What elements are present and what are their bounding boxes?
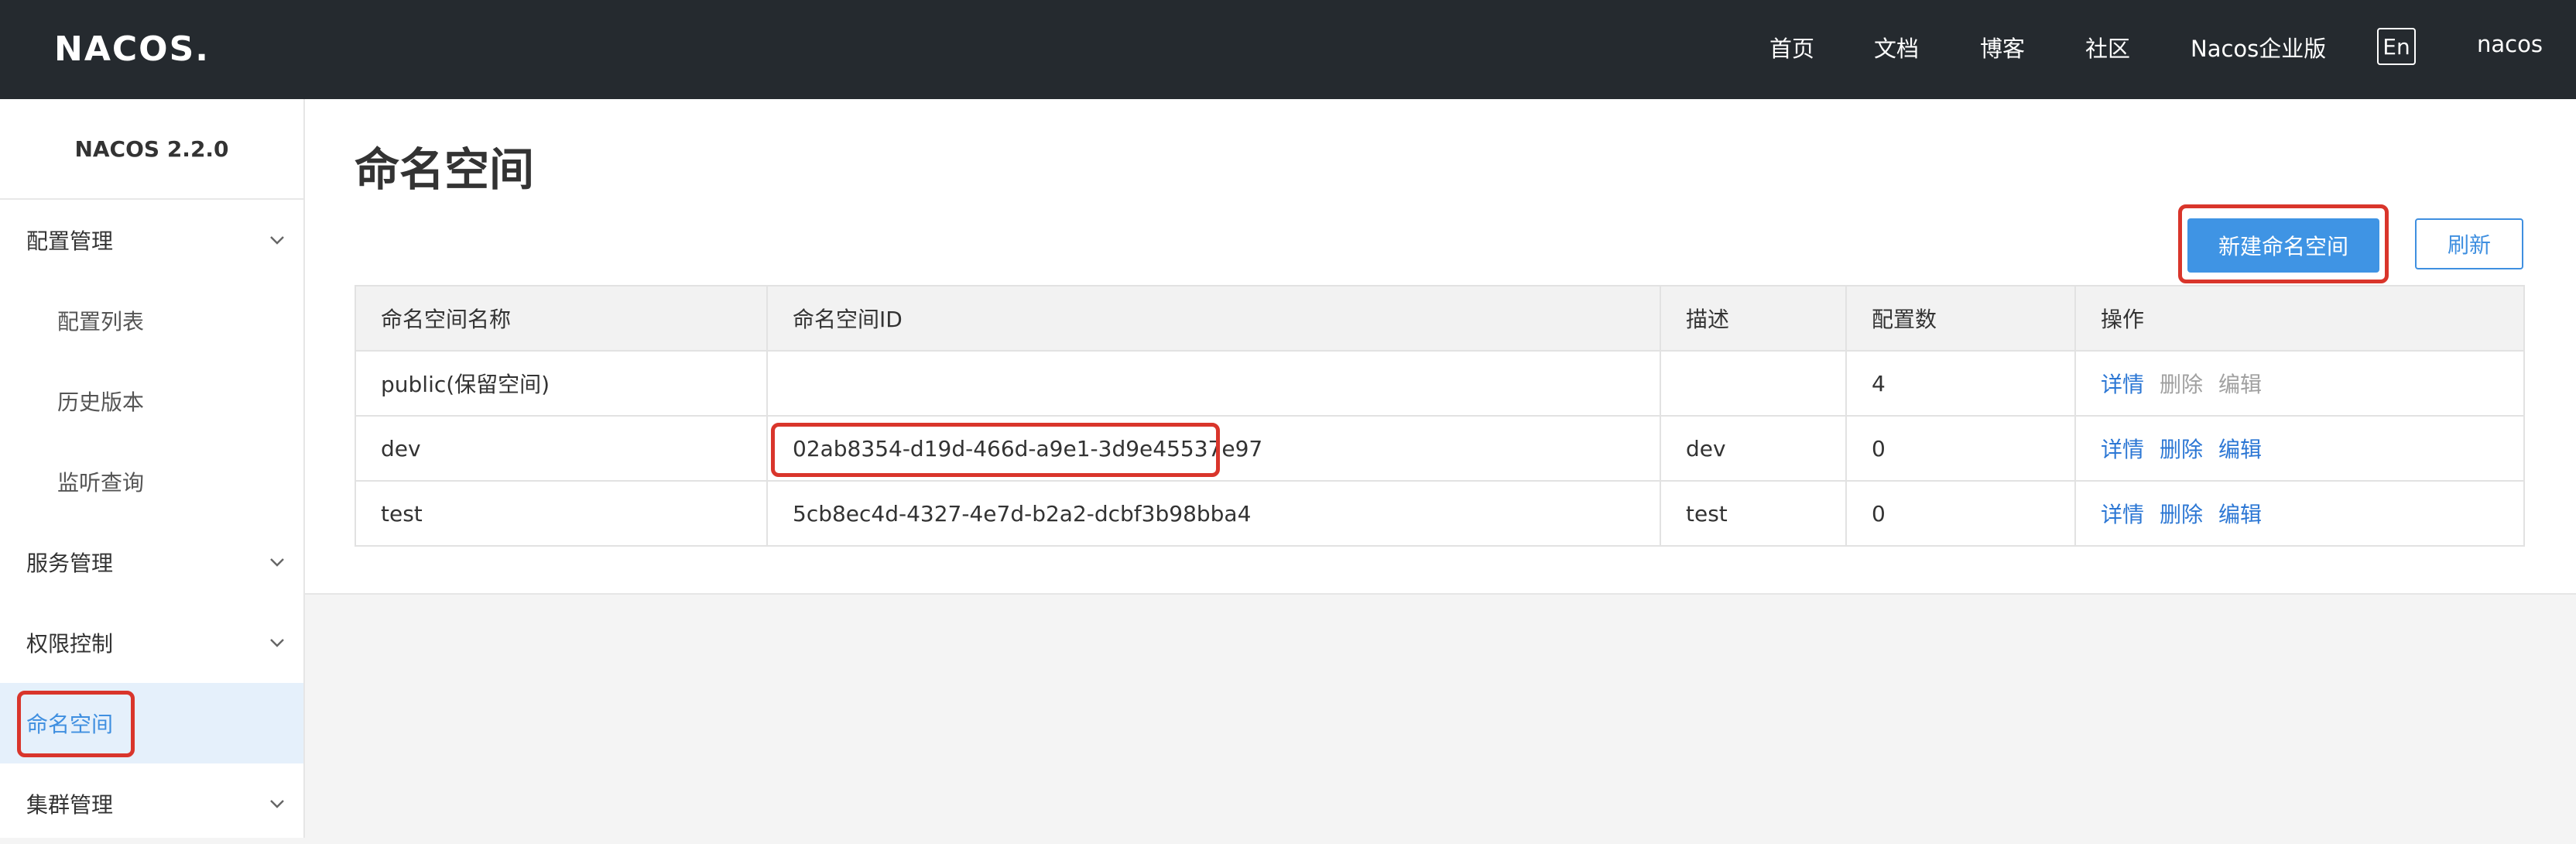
sidebar-item-listening-query[interactable]: 监听查询 xyxy=(0,441,303,522)
delete-link-disabled: 删除 xyxy=(2160,372,2204,397)
sidebar-item-config-management[interactable]: 配置管理 xyxy=(0,200,303,280)
cell-description: test xyxy=(1660,480,1847,547)
edit-link[interactable]: 编辑 xyxy=(2218,502,2262,527)
nav-docs-link[interactable]: 文档 xyxy=(1874,31,1919,63)
delete-link[interactable]: 删除 xyxy=(2160,437,2203,462)
table-header-row: 命名空间名称 命名空间ID 描述 配置数 操作 xyxy=(355,285,2525,352)
cell-config-count: 4 xyxy=(1845,350,2076,417)
column-header-actions: 操作 xyxy=(2074,285,2525,352)
chevron-down-icon xyxy=(270,800,284,808)
cell-actions: 详情 删除 编辑 xyxy=(2074,415,2525,482)
cell-description xyxy=(1660,350,1847,417)
sidebar-item-label: 集群管理 xyxy=(26,792,114,818)
nav-community-link[interactable]: 社区 xyxy=(2085,31,2130,63)
sidebar-item-label: 配置管理 xyxy=(26,228,114,254)
sidebar-item-service-management[interactable]: 服务管理 xyxy=(0,522,303,602)
sidebar-item-label: 历史版本 xyxy=(57,389,145,415)
chevron-down-icon xyxy=(270,639,284,647)
sidebar-item-history[interactable]: 历史版本 xyxy=(0,361,303,441)
cell-namespace-name: public(保留空间) xyxy=(355,350,768,417)
user-menu[interactable]: nacos xyxy=(2477,31,2543,57)
cell-namespace-name: dev xyxy=(355,415,768,482)
cell-config-count: 0 xyxy=(1845,415,2076,482)
cell-actions: 详情 删除 编辑 xyxy=(2074,350,2525,417)
edit-link[interactable]: 编辑 xyxy=(2218,437,2262,462)
nav-home-link[interactable]: 首页 xyxy=(1769,31,1814,63)
cell-description: dev xyxy=(1660,415,1847,482)
delete-link[interactable]: 删除 xyxy=(2160,502,2203,527)
chevron-down-icon xyxy=(270,236,284,245)
cell-config-count: 0 xyxy=(1845,480,2076,547)
nav-blog-link[interactable]: 博客 xyxy=(1980,31,2025,63)
content-divider xyxy=(305,593,2576,595)
create-namespace-button[interactable]: 新建命名空间 xyxy=(2187,218,2379,273)
table-row: test 5cb8ec4d-4327-4e7d-b2a2-dcbf3b98bba… xyxy=(355,480,2525,547)
column-header-config-count: 配置数 xyxy=(1845,285,2076,352)
chevron-down-icon xyxy=(270,558,284,567)
column-header-id: 命名空间ID xyxy=(766,285,1661,352)
page-title: 命名空间 xyxy=(355,143,535,196)
main-content: 命名空间 新建命名空间 刷新 命名空间名称 命名空间ID 描述 配置数 操作 p… xyxy=(305,99,2576,593)
table-row: public(保留空间) 4 详情 删除 编辑 xyxy=(355,350,2525,417)
nacos-logo[interactable]: NACOS. xyxy=(54,23,210,74)
cell-namespace-id xyxy=(766,350,1661,417)
version-label: NACOS 2.2.0 xyxy=(74,136,229,162)
column-header-name: 命名空间名称 xyxy=(355,285,768,352)
refresh-button[interactable]: 刷新 xyxy=(2415,218,2523,269)
edit-link-disabled: 编辑 xyxy=(2218,372,2263,397)
nav-enterprise-link[interactable]: Nacos企业版 xyxy=(2191,31,2326,63)
highlight-box-namespace-id xyxy=(771,423,1220,477)
sidebar-item-label: 权限控制 xyxy=(26,631,114,657)
sidebar-item-label: 服务管理 xyxy=(26,551,114,576)
namespace-table: 命名空间名称 命名空间ID 描述 配置数 操作 public(保留空间) 4 详… xyxy=(355,285,2525,547)
sidebar-item-label: 监听查询 xyxy=(57,470,145,496)
sidebar-item-cluster-management[interactable]: 集群管理 xyxy=(0,763,303,844)
sidebar-item-access-control[interactable]: 权限控制 xyxy=(0,602,303,683)
details-link[interactable]: 详情 xyxy=(2101,502,2144,527)
cell-actions: 详情 删除 编辑 xyxy=(2074,480,2525,547)
details-link[interactable]: 详情 xyxy=(2101,372,2144,397)
highlight-box-namespace-menu xyxy=(17,691,135,757)
table-row: dev 02ab8354-d19d-466d-a9e1-3d9e45537e97… xyxy=(355,415,2525,482)
top-navbar: NACOS. 首页 文档 博客 社区 Nacos企业版 En nacos xyxy=(0,0,2576,99)
language-switch-button[interactable]: En xyxy=(2377,28,2416,65)
sidebar-item-label: 配置列表 xyxy=(57,309,145,335)
details-link[interactable]: 详情 xyxy=(2101,437,2144,462)
cell-namespace-name: test xyxy=(355,480,768,547)
column-header-description: 描述 xyxy=(1660,285,1847,352)
sidebar-item-config-list[interactable]: 配置列表 xyxy=(0,280,303,361)
cell-namespace-id: 5cb8ec4d-4327-4e7d-b2a2-dcbf3b98bba4 xyxy=(766,480,1661,547)
